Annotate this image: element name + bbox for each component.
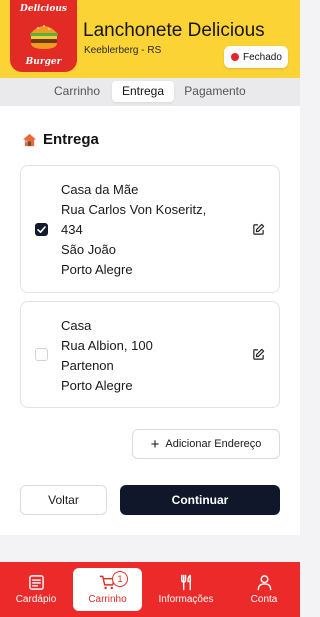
- app-header: Delicious Burger Lanchonete Delicious Ke…: [0, 0, 300, 78]
- edit-icon[interactable]: [252, 223, 265, 236]
- house-icon: [22, 133, 37, 146]
- address-line: 434: [61, 222, 83, 237]
- utensils-icon: [180, 574, 191, 591]
- add-address-button[interactable]: + Adicionar Endereço: [132, 429, 280, 459]
- continue-button[interactable]: Continuar: [120, 485, 280, 515]
- brand-logo: Delicious Burger: [10, 0, 77, 72]
- status-label: Fechado: [243, 51, 282, 63]
- status-dot-icon: [231, 53, 239, 61]
- nav-item-cardapio[interactable]: Cardápio: [2, 562, 70, 617]
- address-line: Rua Carlos Von Koseritz,: [61, 202, 207, 217]
- address-checkbox[interactable]: [35, 348, 48, 361]
- section-title: Entrega: [22, 131, 99, 148]
- status-badge: Fechado: [224, 46, 288, 68]
- address-line: São João: [61, 242, 116, 257]
- logo-bottom-text: Burger: [25, 57, 62, 67]
- address-line: Casa da Mãe: [61, 182, 139, 197]
- address-checkbox[interactable]: [35, 223, 48, 236]
- address-line: Porto Alegre: [61, 262, 133, 277]
- address-lines: Casa Rua Albion, 100 Partenon Porto Aleg…: [61, 316, 153, 396]
- menu-list-icon: [28, 575, 44, 590]
- nav-item-carrinho[interactable]: Carrinho 1: [73, 568, 142, 611]
- address-line: Rua Albion, 100: [61, 338, 153, 353]
- nav-label: Informações: [158, 594, 214, 605]
- user-icon: [257, 575, 271, 591]
- nav-label: Carrinho: [88, 594, 127, 605]
- delivery-panel: Entrega Casa da Mãe Rua Carlos Von Koser…: [0, 106, 300, 535]
- address-line: Porto Alegre: [61, 378, 133, 393]
- tab-entrega[interactable]: Entrega: [112, 81, 174, 102]
- address-line: Partenon: [61, 358, 114, 373]
- nav-item-informacoes[interactable]: Informações: [149, 562, 223, 617]
- address-line: Casa: [61, 318, 92, 333]
- plus-icon: +: [150, 435, 160, 453]
- address-card[interactable]: Casa Rua Albion, 100 Partenon Porto Aleg…: [20, 301, 280, 408]
- bottom-nav: Cardápio Carrinho 1 Informações Conta: [0, 562, 300, 617]
- tab-carrinho[interactable]: Carrinho: [44, 81, 110, 102]
- burger-icon: [30, 25, 58, 49]
- store-location: Keeblerberg - RS: [84, 45, 162, 56]
- back-button[interactable]: Voltar: [20, 485, 107, 515]
- check-icon: [37, 226, 46, 233]
- cart-count-badge: 1: [112, 571, 128, 587]
- address-lines: Casa da Mãe Rua Carlos Von Koseritz, 434…: [61, 180, 206, 280]
- store-name: Lanchonete Delicious: [83, 20, 265, 41]
- nav-item-conta[interactable]: Conta: [232, 562, 296, 617]
- nav-label: Conta: [250, 594, 278, 605]
- add-address-label: Adicionar Endereço: [165, 438, 262, 450]
- tab-pagamento[interactable]: Pagamento: [176, 81, 254, 102]
- checkout-tabs: Carrinho Entrega Pagamento: [0, 78, 300, 106]
- section-title-label: Entrega: [43, 131, 99, 148]
- logo-top-text: Delicious: [20, 4, 67, 14]
- edit-icon[interactable]: [252, 348, 265, 361]
- address-card[interactable]: Casa da Mãe Rua Carlos Von Koseritz, 434…: [20, 165, 280, 293]
- nav-label: Cardápio: [15, 594, 57, 605]
